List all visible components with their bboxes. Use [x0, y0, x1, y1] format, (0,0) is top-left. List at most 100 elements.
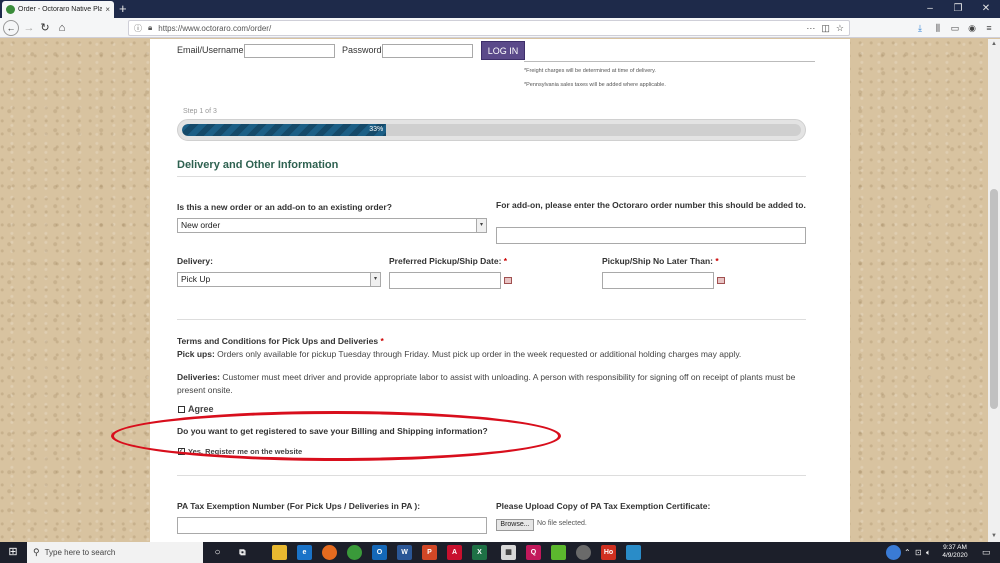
windows-start-icon[interactable]: ⊞ [0, 542, 26, 563]
section-title: Delivery and Other Information [177, 159, 339, 171]
downloads-icon[interactable]: ⤓ [913, 20, 927, 36]
pickup-date-input[interactable] [389, 272, 501, 289]
outlook-icon[interactable]: O [372, 545, 387, 560]
reload-button[interactable]: ↻ [37, 20, 53, 36]
window-maximize-button[interactable]: ❐ [944, 0, 972, 18]
account-icon[interactable]: ◉ [965, 20, 979, 36]
password-input[interactable] [382, 44, 473, 58]
ship-no-later-input[interactable] [602, 272, 714, 289]
step-indicator: Step 1 of 3 [183, 108, 217, 115]
new-tab-button[interactable]: + [119, 1, 127, 17]
required-marker: * [380, 336, 384, 346]
windows-taskbar: ⊞ ⚲ Type here to search ○ ⧉ e O W P A X … [0, 542, 1000, 563]
ship-no-later-label: Pickup/Ship No Later Than: * [602, 256, 719, 266]
lock-icon: 🔒︎ [148, 23, 153, 32]
upload-certificate-label: Please Upload Copy of PA Tax Exemption C… [496, 501, 711, 511]
register-checkbox[interactable]: ✓ [178, 448, 185, 455]
chevron-down-icon[interactable]: ▾ [370, 273, 380, 286]
network-icon[interactable]: ⊡ [915, 542, 922, 563]
order-type-select[interactable]: New order ▾ [177, 218, 487, 233]
deliveries-label: Deliveries: [177, 372, 220, 382]
bookmark-star-icon[interactable]: ☆ [836, 23, 844, 34]
agree-checkbox[interactable] [178, 406, 185, 413]
pocket-icon[interactable]: ◫ [821, 23, 830, 34]
notifications-icon[interactable]: ▭ [982, 542, 991, 563]
calendar-icon[interactable] [717, 277, 725, 284]
blue-app-icon[interactable] [626, 545, 641, 560]
tax-exemption-label: PA Tax Exemption Number (For Pick Ups / … [177, 501, 421, 511]
library-icon[interactable]: ⫼ [931, 20, 945, 36]
search-icon: ⚲ [33, 547, 40, 557]
forward-button[interactable]: → [21, 20, 37, 36]
email-input[interactable] [244, 44, 335, 58]
quickbooks-icon[interactable]: Q [526, 545, 541, 560]
progress-bar: 33% [177, 119, 806, 141]
powerpoint-icon[interactable]: P [422, 545, 437, 560]
page-viewport: Email/Username Password LOG IN *Freight … [0, 39, 988, 542]
task-view-icon[interactable]: ⧉ [235, 545, 250, 560]
required-marker: * [715, 256, 719, 266]
email-label: Email/Username [177, 45, 244, 55]
search-placeholder: Type here to search [44, 548, 116, 557]
taskbar-clock[interactable]: 9:37 AM 4/9/2020 [935, 544, 975, 560]
sidebar-icon[interactable]: ▭ [948, 20, 962, 36]
delivery-label: Delivery: [177, 256, 213, 266]
calendar-icon[interactable] [504, 277, 512, 284]
section-divider [177, 176, 806, 177]
browse-file-button[interactable]: Browse... [496, 519, 534, 531]
tax-note: *Pennsylvania sales taxes will be added … [524, 82, 666, 88]
settings-app-icon[interactable] [576, 545, 591, 560]
page-info-icon[interactable]: ⓘ [134, 23, 142, 34]
menu-icon[interactable]: ≡ [982, 20, 996, 36]
pickup-date-label: Preferred Pickup/Ship Date: * [389, 256, 507, 266]
chevron-down-icon[interactable]: ▾ [476, 219, 486, 232]
terms-title-text: Terms and Conditions for Pick Ups and De… [177, 336, 379, 346]
back-button[interactable]: ← [3, 20, 19, 36]
agree-label: Agree [188, 404, 214, 414]
edge-icon[interactable]: e [297, 545, 312, 560]
tray-expand-icon[interactable]: ⌃ [904, 542, 911, 563]
chrome-icon[interactable] [347, 545, 362, 560]
file-explorer-icon[interactable] [272, 545, 287, 560]
window-close-button[interactable]: ✕ [972, 0, 1000, 18]
scroll-down-icon[interactable]: ▼ [988, 533, 1000, 539]
page-scrollbar[interactable]: ▲ ▼ [988, 39, 1000, 542]
tab-title: Order - Octoraro Native Plant N [18, 6, 103, 13]
delivery-select[interactable]: Pick Up ▾ [177, 272, 381, 287]
required-marker: * [503, 256, 508, 266]
tax-divider [177, 475, 806, 476]
home-button[interactable]: ⌂ [54, 20, 70, 36]
pickups-terms: Pick ups: Orders only available for pick… [177, 348, 797, 361]
register-question: Do you want to get registered to save yo… [177, 426, 488, 436]
address-bar[interactable]: ⓘ 🔒︎ https://www.octoraro.com/order/ ···… [128, 20, 850, 36]
pickups-label: Pick ups: [177, 349, 215, 359]
progress-track: 33% [182, 124, 801, 136]
calculator-icon[interactable]: ▦ [501, 545, 516, 560]
url-text[interactable]: https://www.octoraro.com/order/ [158, 24, 800, 33]
tab-close-icon[interactable]: × [105, 5, 110, 14]
word-icon[interactable]: W [397, 545, 412, 560]
site-favicon-icon [6, 5, 15, 14]
browser-tab[interactable]: Order - Octoraro Native Plant N × [2, 1, 114, 18]
volume-icon[interactable]: 🔈︎ [926, 542, 931, 563]
login-button[interactable]: LOG IN [481, 41, 525, 60]
taskbar-search[interactable]: ⚲ Type here to search [27, 542, 203, 563]
excel-icon[interactable]: X [472, 545, 487, 560]
scroll-up-icon[interactable]: ▲ [988, 41, 1000, 47]
addon-label: For add-on, please enter the Octoraro or… [496, 200, 806, 210]
browser-tab-bar: Order - Octoraro Native Plant N × + – ❐ … [0, 0, 1000, 18]
scrollbar-thumb[interactable] [990, 189, 998, 409]
window-minimize-button[interactable]: – [916, 0, 944, 18]
cortana-icon[interactable]: ○ [210, 545, 225, 560]
green-app-icon[interactable] [551, 545, 566, 560]
ship-no-later-label-text: Pickup/Ship No Later Than: [602, 256, 713, 266]
deliveries-text: Customer must meet driver and provide ap… [177, 372, 796, 395]
deliveries-terms: Deliveries: Customer must meet driver an… [177, 371, 797, 397]
red-app-icon[interactable]: Ho [601, 545, 616, 560]
addon-order-number-input[interactable] [496, 227, 806, 244]
firefox-icon[interactable] [322, 545, 337, 560]
acrobat-icon[interactable]: A [447, 545, 462, 560]
page-actions-icon[interactable]: ··· [806, 23, 815, 33]
tax-exemption-input[interactable] [177, 517, 487, 534]
tray-app-icon[interactable] [886, 545, 901, 560]
